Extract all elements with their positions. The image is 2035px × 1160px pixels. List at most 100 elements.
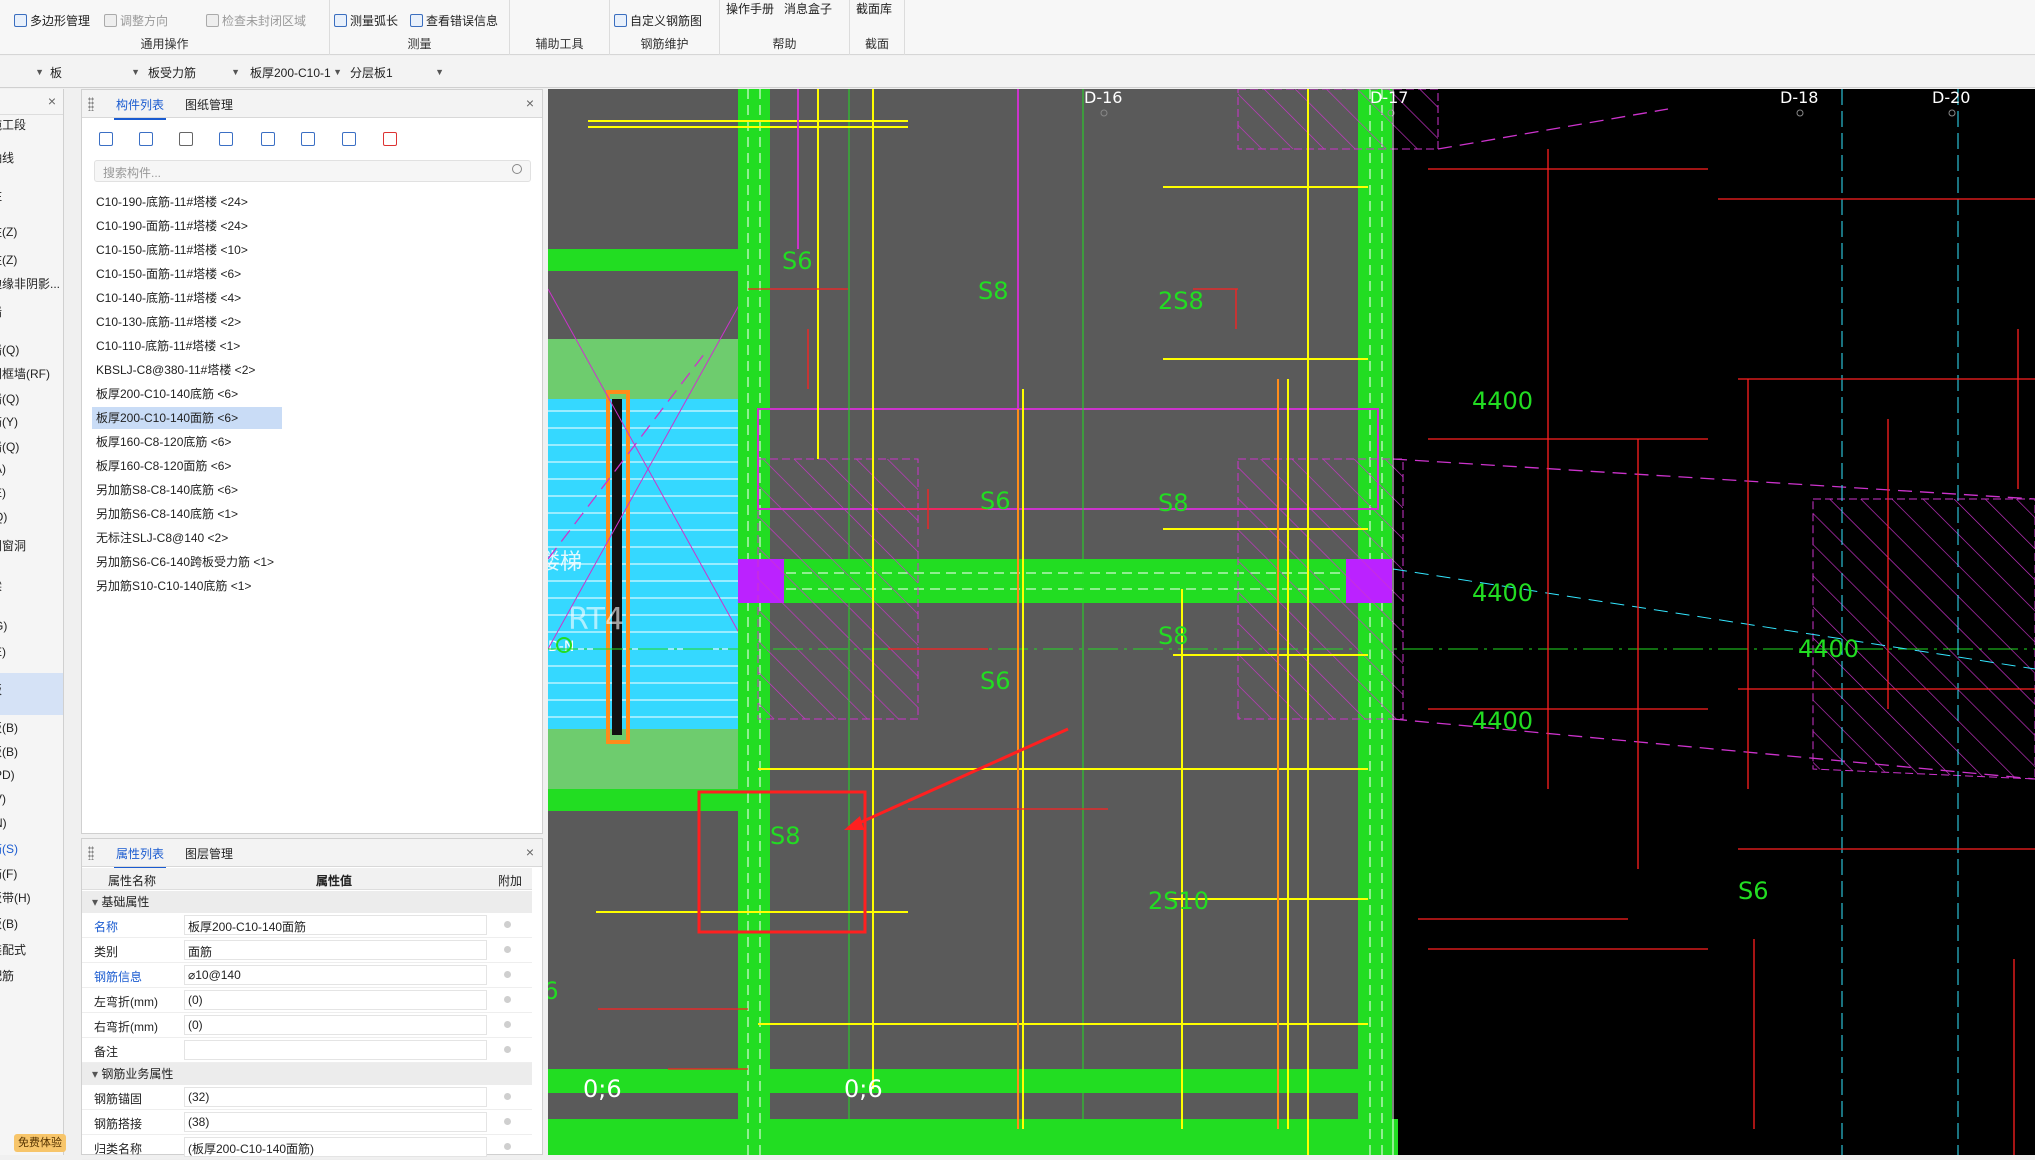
component-list-item[interactable]: 无标注SLJ-C8@140 <2> — [92, 527, 232, 549]
property-value-field[interactable]: 板厚200-C10-140面筋 — [184, 915, 487, 935]
nav-item[interactable]: 梁 — [0, 577, 54, 594]
nav-item[interactable]: 配筋 — [0, 967, 54, 984]
extra-checkbox[interactable] — [504, 996, 511, 1003]
extra-checkbox[interactable] — [504, 1021, 511, 1028]
delete-button[interactable] — [174, 128, 198, 150]
component-search-input[interactable]: 搜索构件... — [94, 160, 531, 182]
check-unclosed-area-button[interactable]: 检查未封闭区域 — [206, 12, 306, 29]
close-icon[interactable]: × — [526, 95, 534, 111]
save-template-button[interactable] — [256, 128, 280, 150]
cad-drawing-viewport[interactable]: 楼梯 RT4 D-N D-16 D-17 D-18 D-20 S6 S8 S6 … — [548, 89, 2035, 1155]
nav-item[interactable]: 筋(Y) — [0, 413, 54, 430]
nav-item[interactable]: (E) — [0, 645, 54, 659]
message-box-button[interactable]: 消息盒子 — [784, 0, 832, 17]
nav-item[interactable]: 板(B) — [0, 743, 54, 760]
nav-item[interactable]: (A) — [0, 462, 54, 476]
extra-checkbox[interactable] — [504, 1118, 511, 1125]
extra-checkbox[interactable] — [504, 921, 511, 928]
nav-item[interactable]: (V) — [0, 792, 54, 806]
nav-item[interactable]: 柱(Z) — [0, 251, 54, 268]
component-select[interactable]: 板厚200-C10-1 ▼ — [250, 62, 344, 82]
component-list-item[interactable]: 另加筋S6-C8-140底筋 <1> — [92, 503, 242, 525]
nav-item[interactable]: 边缘非阴影... — [0, 275, 60, 292]
component-list-item[interactable]: C10-140-底筋-11#塔楼 <4> — [92, 287, 245, 309]
tab-property-list[interactable]: 属性列表 — [113, 845, 167, 869]
tab-drawing-management[interactable]: 图纸管理 — [185, 96, 233, 113]
property-group-header[interactable]: ▾ 基础属性 — [82, 891, 532, 913]
copy-button[interactable] — [134, 128, 158, 150]
nav-item[interactable]: (Q) — [0, 510, 54, 524]
nav-item[interactable]: 柱(Z) — [0, 223, 54, 240]
component-list-item[interactable]: C10-110-底筋-11#塔楼 <1> — [92, 335, 244, 357]
property-value-field[interactable]: ⌀10@140 — [184, 965, 487, 985]
property-value-field[interactable]: 面筋 — [184, 940, 487, 960]
property-value-field[interactable]: (38) — [184, 1112, 487, 1132]
layer-copy-button[interactable] — [214, 128, 238, 150]
nav-item[interactable]: 板(B) — [0, 719, 54, 736]
close-icon[interactable]: × — [526, 844, 534, 860]
nav-item[interactable]: 筋(S) — [0, 840, 54, 857]
nav-item[interactable]: (E) — [0, 486, 54, 500]
nav-item[interactable]: 轴线 — [0, 149, 54, 166]
component-list-item[interactable]: C10-130-底筋-11#塔楼 <2> — [92, 311, 245, 333]
component-list-item[interactable]: C10-190-底筋-11#塔楼 <24> — [92, 191, 252, 213]
nav-item[interactable]: (PD) — [0, 768, 54, 782]
close-icon[interactable]: × — [48, 93, 56, 109]
property-group-header[interactable]: ▾ 钢筋业务属性 — [82, 1063, 532, 1085]
extra-checkbox[interactable] — [504, 946, 511, 953]
extra-checkbox[interactable] — [504, 1143, 511, 1150]
nav-item[interactable]: 施工段 — [0, 116, 54, 133]
nav-item[interactable]: 门框墙(RF) — [0, 365, 54, 382]
measure-arc-button[interactable]: 测量弧长 — [334, 12, 398, 29]
manual-button[interactable]: 操作手册 — [726, 0, 774, 17]
view-errors-button[interactable]: 查看错误信息 — [410, 12, 498, 29]
type-select[interactable]: 板 ▼ — [50, 62, 142, 82]
new-component-button[interactable] — [94, 128, 118, 150]
extra-checkbox[interactable] — [504, 1093, 511, 1100]
nav-item[interactable]: 墙(Q) — [0, 390, 54, 407]
component-list-item[interactable]: 板厚200-C10-140底筋 <6> — [92, 383, 242, 405]
nav-item[interactable]: 墙(Q) — [0, 438, 54, 455]
property-value-field[interactable]: (32) — [184, 1087, 487, 1107]
drag-handle-icon[interactable] — [88, 97, 94, 111]
component-list-item[interactable]: 板厚160-C8-120面筋 <6> — [92, 455, 235, 477]
component-list-item[interactable]: KBSLJ-C8@380-11#塔楼 <2> — [92, 359, 259, 381]
component-list-item[interactable]: 另加筋S10-C10-140底筋 <1> — [92, 575, 255, 597]
extra-checkbox[interactable] — [504, 1046, 511, 1053]
drag-handle-icon[interactable] — [88, 846, 94, 860]
import-button[interactable] — [296, 128, 320, 150]
tab-layer-management[interactable]: 图层管理 — [185, 845, 233, 862]
component-list-item[interactable]: 板厚160-C8-120底筋 <6> — [92, 431, 235, 453]
nav-item[interactable]: 板(B) — [0, 915, 54, 932]
component-list-item[interactable]: 板厚200-C10-140面筋 <6> — [92, 407, 282, 429]
custom-rebar-drawing-button[interactable]: 自定义钢筋图 — [614, 12, 702, 29]
sort-button[interactable] — [337, 128, 361, 150]
property-value-field[interactable]: (0) — [184, 990, 487, 1010]
component-list-item[interactable]: 另加筋S6-C6-140跨板受力筋 <1> — [92, 551, 278, 573]
component-list-item[interactable]: C10-190-面筋-11#塔楼 <24> — [92, 215, 252, 237]
nav-item[interactable]: 墙(Q) — [0, 341, 54, 358]
nav-item[interactable]: (G) — [0, 619, 54, 633]
tab-component-list[interactable]: 构件列表 — [113, 96, 167, 120]
component-list-item[interactable]: C10-150-面筋-11#塔楼 <6> — [92, 263, 245, 285]
nav-item[interactable]: (N) — [0, 816, 54, 830]
nav-item[interactable]: 板带(H) — [0, 889, 54, 906]
property-value-field[interactable] — [184, 1040, 487, 1060]
extra-checkbox[interactable] — [504, 971, 511, 978]
floor-select[interactable]: ▼ — [4, 62, 46, 82]
nav-item[interactable]: 板 — [0, 681, 54, 698]
property-value-field[interactable]: (0) — [184, 1015, 487, 1035]
component-list-item[interactable]: C10-150-底筋-11#塔楼 <10> — [92, 239, 252, 261]
component-list-item[interactable]: 另加筋S8-C8-140底筋 <6> — [92, 479, 242, 501]
category-select[interactable]: 板受力筋 ▼ — [148, 62, 242, 82]
nav-item[interactable]: 门窗洞 — [0, 537, 54, 554]
section-library-button[interactable]: 截面库 — [856, 0, 892, 17]
free-trial-badge[interactable]: 免费体验 — [14, 1134, 66, 1152]
nav-item[interactable]: 装配式 — [0, 941, 54, 958]
polygon-manage-button[interactable]: 多边形管理 — [14, 12, 90, 29]
filter-button[interactable] — [378, 128, 402, 150]
nav-item[interactable]: 墙 — [0, 303, 54, 320]
nav-item[interactable]: 柱 — [0, 187, 54, 204]
layer-select[interactable]: 分层板1 ▼ — [350, 62, 446, 82]
nav-item[interactable]: 筋(F) — [0, 865, 54, 882]
